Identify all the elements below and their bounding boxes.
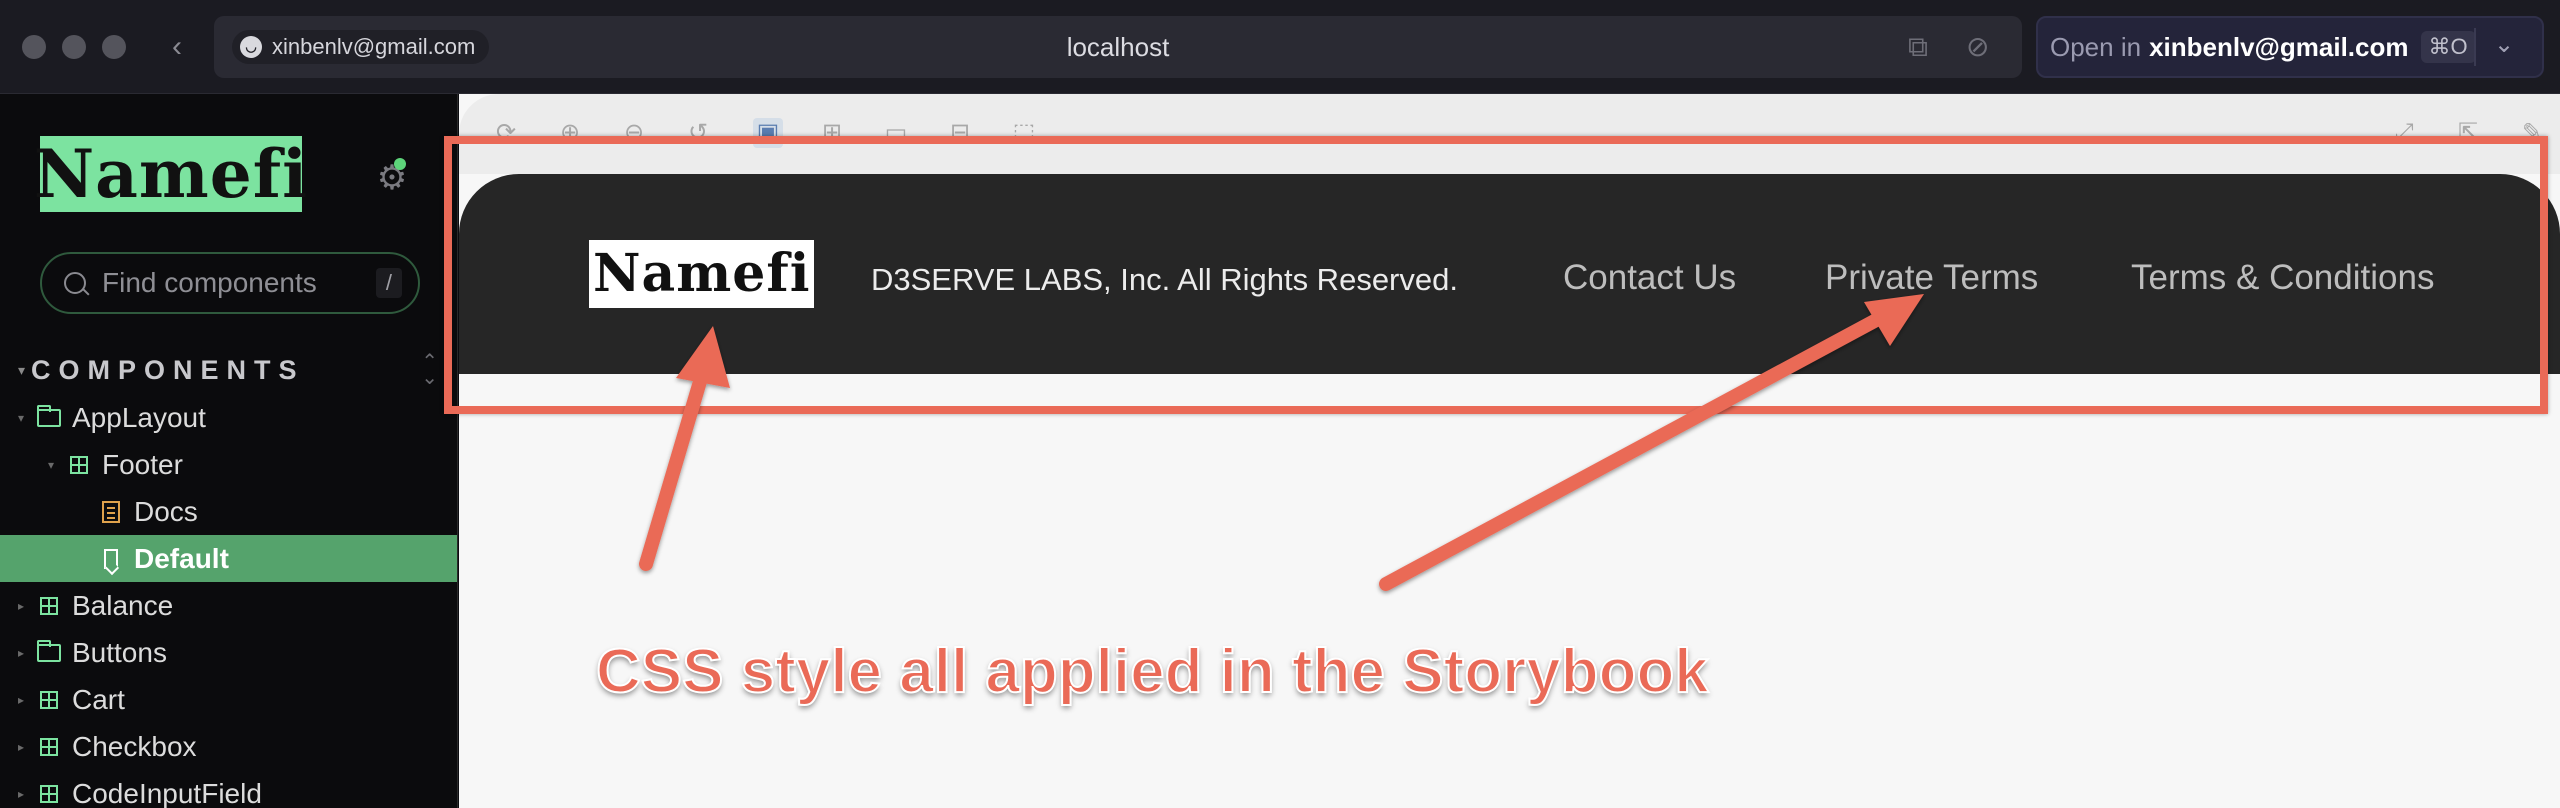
arrow-to-logo-head (676, 326, 730, 388)
arrow-to-links (1379, 311, 1887, 591)
annotation-caption: CSS style all applied in the Storybook (595, 636, 1710, 707)
arrow-to-logo (639, 361, 711, 571)
